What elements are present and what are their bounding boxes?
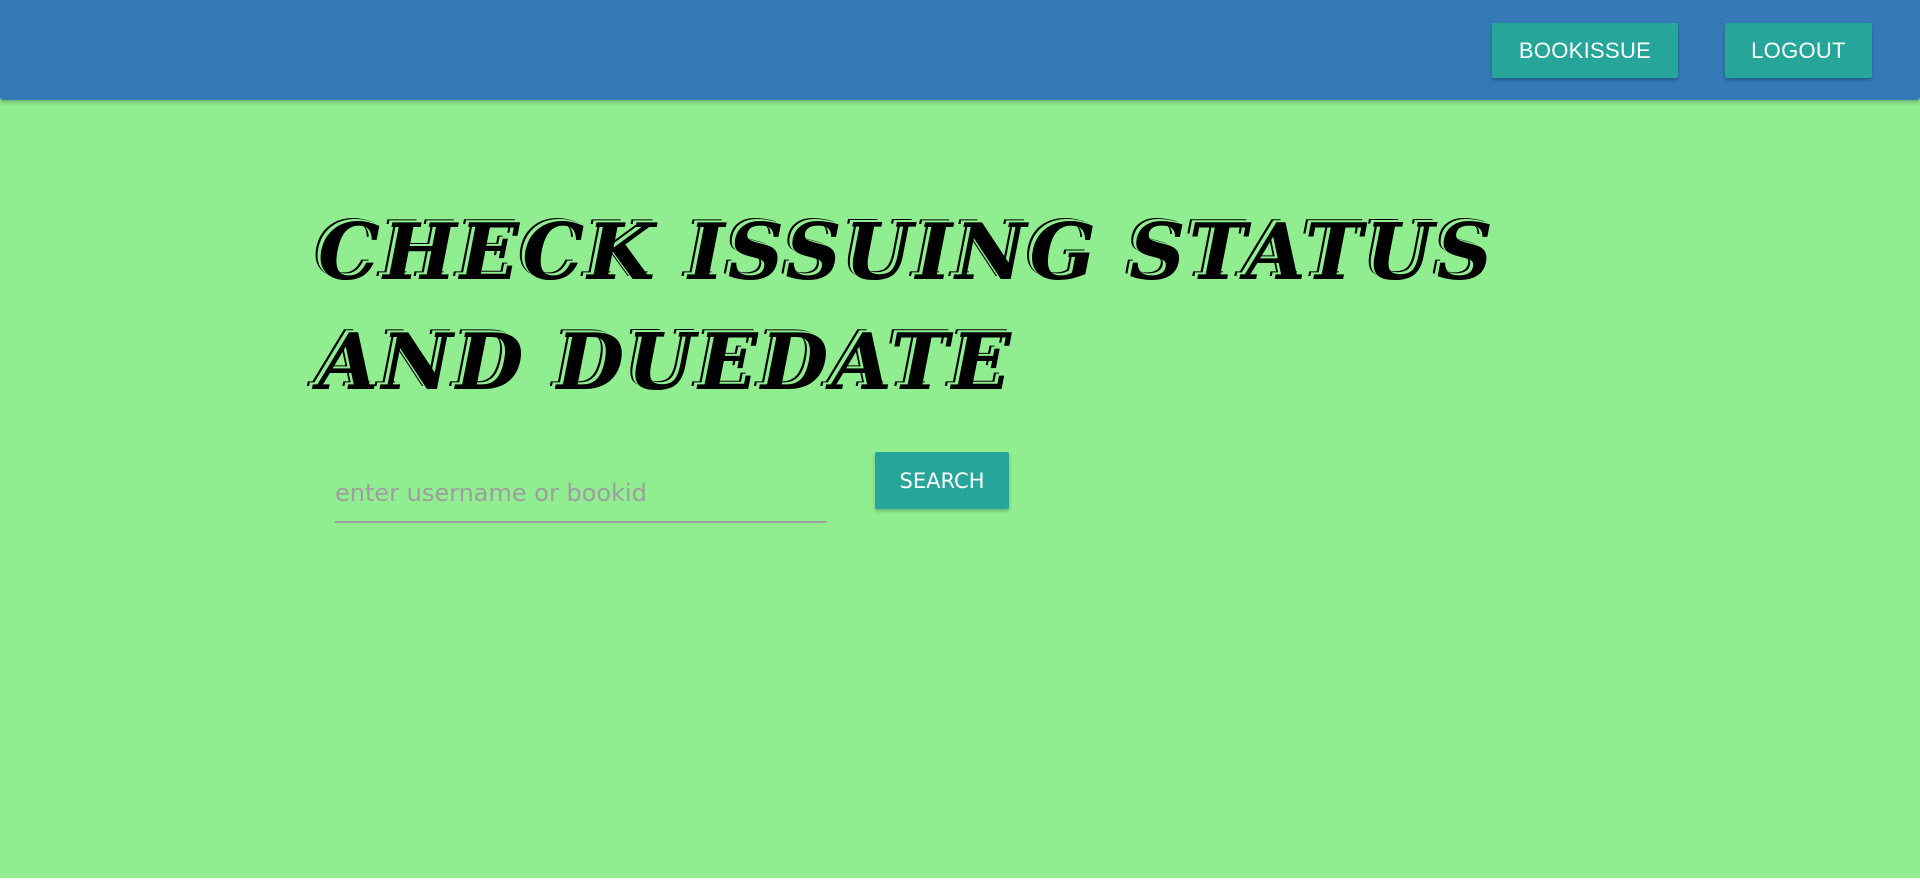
top-navbar: BOOKISSUE LOGOUT <box>0 0 1920 100</box>
page-title: CHECK ISSUING STATUS AND DUEDATE <box>318 207 1497 408</box>
search-input[interactable] <box>335 465 827 523</box>
bookissue-button[interactable]: BOOKISSUE <box>1492 23 1678 78</box>
search-button[interactable]: SEARCH <box>875 452 1009 509</box>
logout-button[interactable]: LOGOUT <box>1725 23 1872 78</box>
